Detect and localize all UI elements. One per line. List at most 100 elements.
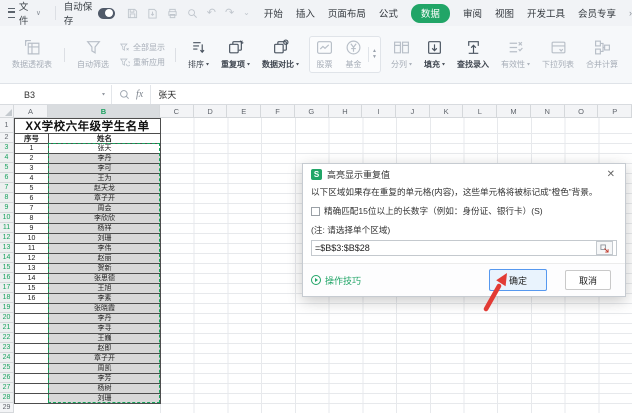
- row-header-16[interactable]: 16: [0, 273, 14, 283]
- row-header-27[interactable]: 27: [0, 383, 14, 393]
- toolbar-sort[interactable]: 排序▾: [182, 39, 215, 70]
- cell-B16[interactable]: 张思德: [49, 274, 161, 284]
- row-header-2[interactable]: 2: [0, 133, 14, 143]
- cell-B11[interactable]: 杨祥: [49, 224, 161, 234]
- row-header-19[interactable]: 19: [0, 303, 14, 313]
- cell-B18[interactable]: 李素: [49, 294, 161, 304]
- magnifier-icon[interactable]: [119, 89, 130, 100]
- autosave-toggle[interactable]: [98, 8, 115, 19]
- toolbar-text-to-columns[interactable]: 分列▾: [385, 39, 418, 70]
- toolbar-funds[interactable]: 基金: [339, 39, 368, 70]
- dialog-title-bar[interactable]: S 高亮显示重复值 ✕: [303, 164, 625, 184]
- toolbar-show-all[interactable]: 全部显示: [119, 42, 165, 53]
- column-header-I[interactable]: I: [362, 105, 396, 118]
- cell-A22[interactable]: [15, 334, 49, 344]
- row-header-12[interactable]: 12: [0, 233, 14, 243]
- row-header-13[interactable]: 13: [0, 243, 14, 253]
- save-icon[interactable]: [127, 8, 138, 19]
- checkbox[interactable]: [311, 207, 320, 216]
- close-icon[interactable]: ✕: [605, 169, 617, 180]
- toolbar-lookup-entry[interactable]: 查找录入: [451, 39, 495, 70]
- fx-icon[interactable]: fx: [136, 89, 143, 100]
- tab-公式[interactable]: 公式: [379, 6, 398, 20]
- row-header-3[interactable]: 3: [0, 143, 14, 153]
- cell-B22[interactable]: 王巍: [49, 334, 161, 344]
- toolbar-reapply[interactable]: 重新应用: [119, 57, 165, 68]
- cell-A4[interactable]: 2: [15, 154, 49, 164]
- tab-页面布局[interactable]: 页面布局: [328, 6, 366, 20]
- row-header-1[interactable]: 1: [0, 118, 14, 133]
- tips-link[interactable]: 操作技巧: [311, 274, 361, 287]
- ok-button[interactable]: 确定: [489, 269, 547, 291]
- column-header-D[interactable]: D: [194, 105, 228, 118]
- toolbar-auto-filter[interactable]: 自动筛选: [71, 39, 115, 70]
- cell-A24[interactable]: [15, 354, 49, 364]
- column-header-K[interactable]: K: [430, 105, 464, 118]
- gallery-scroll[interactable]: ▲▼: [368, 47, 380, 62]
- formula-content[interactable]: 张天: [151, 88, 176, 101]
- toolbar-dropdown-list[interactable]: 下拉列表: [536, 39, 580, 70]
- column-header-F[interactable]: F: [261, 105, 295, 118]
- cell-A16[interactable]: 14: [15, 274, 49, 284]
- column-header-H[interactable]: H: [329, 105, 363, 118]
- undo-icon[interactable]: ↶: [207, 8, 216, 18]
- cell-B13[interactable]: 李伟: [49, 244, 161, 254]
- print-icon[interactable]: [167, 8, 178, 19]
- row-header-24[interactable]: 24: [0, 353, 14, 363]
- row-header-15[interactable]: 15: [0, 263, 14, 273]
- cell-A21[interactable]: [15, 324, 49, 334]
- cell-B19[interactable]: 张晓霞: [49, 304, 161, 314]
- cell-A18[interactable]: 16: [15, 294, 49, 304]
- toolbar-stocks[interactable]: 股票: [310, 39, 339, 70]
- cell-B7[interactable]: 赵天龙: [49, 184, 161, 194]
- cell-B21[interactable]: 李寻: [49, 324, 161, 334]
- tab-视图[interactable]: 视图: [495, 6, 514, 20]
- cell-B4[interactable]: 李丹: [49, 154, 161, 164]
- header-cell-name[interactable]: 姓名: [49, 134, 161, 144]
- cell-B26[interactable]: 李芳: [49, 374, 161, 384]
- more-commands-icon[interactable]: ⌄: [243, 8, 250, 18]
- row-header-22[interactable]: 22: [0, 333, 14, 343]
- tab-数据[interactable]: 数据: [411, 4, 450, 23]
- cell-A28[interactable]: [15, 394, 49, 404]
- cell-B24[interactable]: 章子开: [49, 354, 161, 364]
- cell-B27[interactable]: 杨树: [49, 384, 161, 394]
- tab-会员专享[interactable]: 会员专享: [578, 6, 616, 20]
- row-header-29[interactable]: 29: [0, 403, 14, 413]
- column-header-O[interactable]: O: [565, 105, 599, 118]
- toolbar-consolidate[interactable]: 合并计算: [580, 39, 624, 70]
- row-header-6[interactable]: 6: [0, 173, 14, 183]
- cell-A5[interactable]: 3: [15, 164, 49, 174]
- row-header-20[interactable]: 20: [0, 313, 14, 323]
- row-header-21[interactable]: 21: [0, 323, 14, 333]
- range-input[interactable]: =$B$3:$B$28: [311, 240, 617, 256]
- toolbar-fill[interactable]: 填充▾: [418, 39, 451, 70]
- cell-B10[interactable]: 李欣欣: [49, 214, 161, 224]
- column-header-J[interactable]: J: [396, 105, 430, 118]
- cell-A12[interactable]: 10: [15, 234, 49, 244]
- cell-A19[interactable]: [15, 304, 49, 314]
- column-header-G[interactable]: G: [295, 105, 329, 118]
- cell-A20[interactable]: [15, 314, 49, 324]
- row-header-18[interactable]: 18: [0, 293, 14, 303]
- cell-A3[interactable]: 1: [15, 144, 49, 154]
- cell-A27[interactable]: [15, 384, 49, 394]
- cell-A25[interactable]: [15, 364, 49, 374]
- row-header-11[interactable]: 11: [0, 223, 14, 233]
- row-header-17[interactable]: 17: [0, 283, 14, 293]
- column-header-L[interactable]: L: [463, 105, 497, 118]
- row-header-4[interactable]: 4: [0, 153, 14, 163]
- cell-A7[interactable]: 5: [15, 184, 49, 194]
- cell-A15[interactable]: 13: [15, 264, 49, 274]
- cell-B28[interactable]: 刘珊: [49, 394, 161, 404]
- table-title-cell[interactable]: XX学校六年级学生名单: [15, 119, 161, 134]
- cell-A11[interactable]: 9: [15, 224, 49, 234]
- cell-A9[interactable]: 7: [15, 204, 49, 214]
- row-header-5[interactable]: 5: [0, 163, 14, 173]
- redo-icon[interactable]: ↷: [225, 8, 234, 18]
- cell-B14[interactable]: 赵丽: [49, 254, 161, 264]
- row-header-7[interactable]: 7: [0, 183, 14, 193]
- cell-B23[interactable]: 赵即: [49, 344, 161, 354]
- toolbar-validation[interactable]: 有效性▾: [495, 39, 536, 70]
- cell-B3[interactable]: 张天: [49, 144, 161, 154]
